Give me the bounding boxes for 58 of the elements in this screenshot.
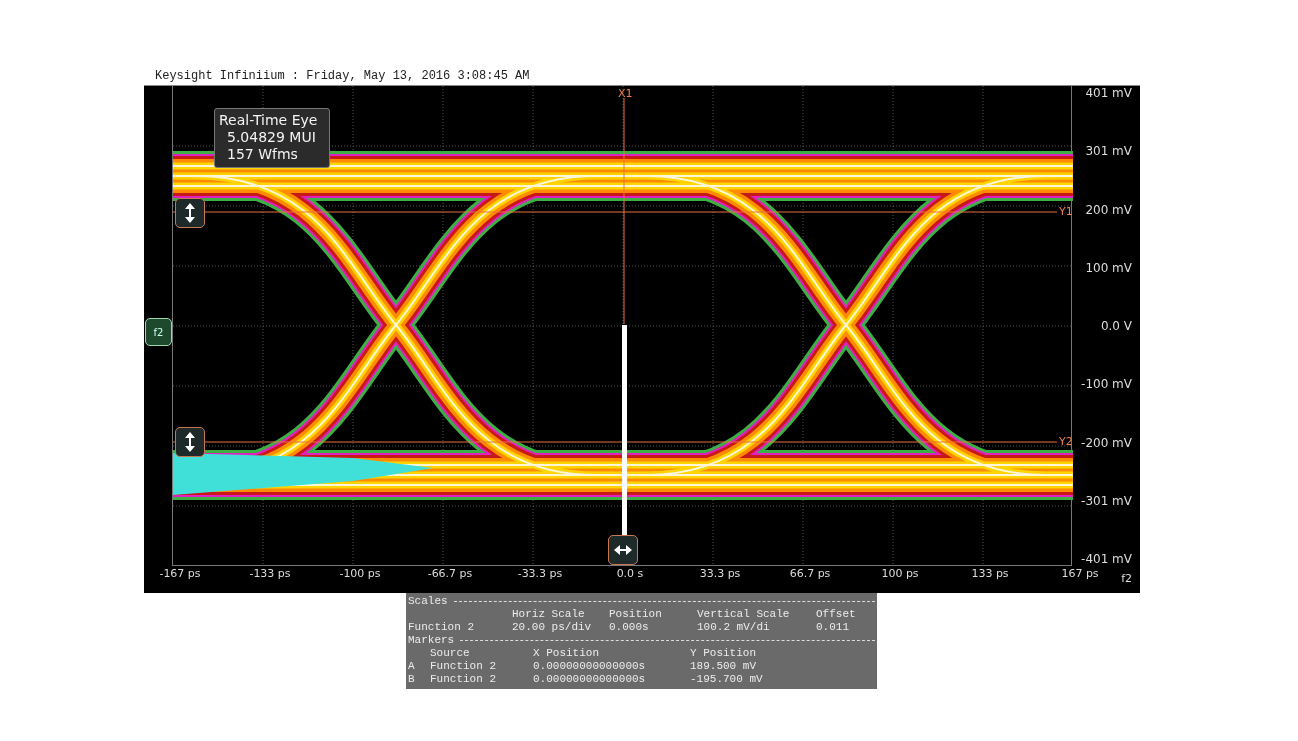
drag-handle[interactable] <box>175 198 205 228</box>
table-cell-text: 0.011 <box>816 621 850 634</box>
table-cell-text: 189.500 mV <box>690 660 757 673</box>
table-cell-text: 20.00 ps/div <box>512 621 593 634</box>
axis-label: 200 mV <box>1085 202 1132 217</box>
cursor-label: X1 <box>618 88 633 100</box>
cursor-label: Y2 <box>1059 436 1073 448</box>
axis-label: 133 ps <box>970 566 1010 582</box>
channel-label: f2 <box>1121 571 1132 588</box>
column-header: Source <box>430 647 471 660</box>
drag-handle[interactable] <box>608 535 638 565</box>
waveform-tag[interactable]: f2 <box>145 318 172 346</box>
column-header: Vertical Scale <box>697 608 791 621</box>
up-down-arrow-icon <box>184 202 196 224</box>
axis-label: -66.7 ps <box>426 566 474 582</box>
axis-label: -167 ps <box>158 566 202 582</box>
axis-label: -200 mV <box>1081 435 1132 450</box>
column-header: X Position <box>533 647 600 660</box>
table-cell-text: 0.000s <box>609 621 650 634</box>
section-heading: Markers <box>408 634 455 647</box>
column-header: Offset <box>816 608 857 621</box>
info-panel: Real-Time Eye 5.04829 MUI 157 Wfms <box>214 108 331 168</box>
axis-label: 66.7 ps <box>788 566 832 582</box>
table-cell-text: Function 2 <box>430 673 497 686</box>
axis-label: 0.0 V <box>1100 319 1132 333</box>
cursor-line[interactable] <box>173 211 1058 213</box>
section-heading: Scales <box>408 595 448 608</box>
table-cell-text: -195.700 mV <box>690 673 764 686</box>
table-cell-text: 0.00000000000000s <box>533 673 647 686</box>
axis-label: -401 mV <box>1081 552 1132 566</box>
window-title: Keysight Infiniium : Friday, May 13, 2016 3:08:45 AM <box>154 68 531 85</box>
column-header: Position <box>609 608 663 621</box>
cursor-label: Y1 <box>1059 206 1073 218</box>
table-cell-text: Function 2 <box>408 621 475 634</box>
axis-label: 100 mV <box>1085 260 1132 275</box>
left-right-arrow-icon <box>613 544 633 556</box>
table-cell-text: A <box>408 660 416 673</box>
axis-label: 100 ps <box>880 566 920 582</box>
axis-label: 301 mV <box>1085 144 1132 159</box>
axis-label: -100 mV <box>1081 377 1132 392</box>
axis-label: -133 ps <box>248 566 292 582</box>
column-header: Y Position <box>690 647 757 660</box>
table-cell-text: 0.00000000000000s <box>533 660 647 673</box>
up-down-arrow-icon <box>184 431 196 453</box>
axis-label: -33.3 ps <box>516 566 564 582</box>
axis-label: 167 ps <box>1060 566 1100 582</box>
axis-label: 401 mV <box>1085 86 1132 100</box>
axis-label: 33.3 ps <box>698 566 742 582</box>
column-header: Horiz Scale <box>512 608 586 621</box>
table-cell-text: Function 2 <box>430 660 497 673</box>
axis-label: -100 ps <box>338 566 382 582</box>
table-cell-text: B <box>408 673 416 686</box>
axis-label: -301 mV <box>1081 493 1132 508</box>
table-cell-text: 100.2 mV/di <box>697 621 771 634</box>
axis-label: 0.0 s <box>615 566 645 582</box>
cursor-line[interactable] <box>623 97 625 325</box>
drag-handle[interactable] <box>175 427 205 457</box>
cursor-line[interactable] <box>173 441 1058 443</box>
